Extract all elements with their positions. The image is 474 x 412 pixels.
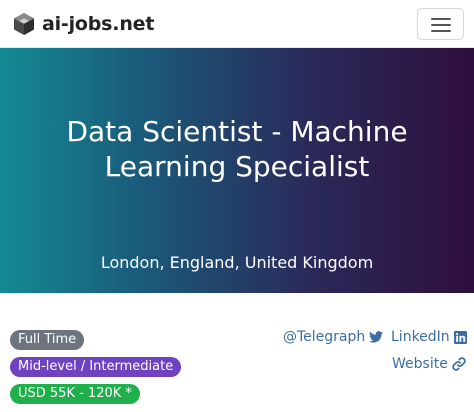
link-icon	[452, 357, 466, 371]
salary-badge: USD 55K - 120K *	[10, 384, 140, 404]
company-linkedin-link[interactable]: LinkedIn	[391, 328, 467, 346]
job-title-line-2: Learning Specialist	[104, 150, 370, 183]
menu-toggle-button[interactable]	[417, 8, 464, 40]
company-twitter-link[interactable]: @Telegraph	[283, 328, 384, 346]
top-navbar: ai-jobs.net	[0, 0, 474, 48]
brand-link[interactable]: ai-jobs.net	[12, 10, 154, 38]
company-linkedin-label: LinkedIn	[391, 329, 450, 345]
company-website-link[interactable]: Website	[392, 355, 466, 373]
hamburger-icon	[431, 18, 451, 20]
job-hero-banner: Data Scientist - Machine Learning Specia…	[0, 48, 474, 293]
job-title: Data Scientist - Machine Learning Specia…	[20, 114, 454, 184]
job-title-line-1: Data Scientist - Machine	[66, 115, 408, 148]
hamburger-icon-bar	[431, 24, 451, 26]
company-twitter-label: @Telegraph	[283, 329, 366, 345]
brand-name: ai-jobs.net	[42, 13, 155, 35]
hamburger-icon-bar	[431, 30, 451, 32]
company-website-label: Website	[392, 356, 448, 372]
experience-level-badge: Mid-level / Intermediate	[10, 357, 182, 377]
brand-logo-icon	[14, 13, 34, 35]
job-location: London, England, United Kingdom	[100, 253, 374, 272]
twitter-icon	[369, 331, 384, 343]
linkedin-icon	[453, 330, 467, 344]
employment-type-badge: Full Time	[10, 330, 85, 350]
